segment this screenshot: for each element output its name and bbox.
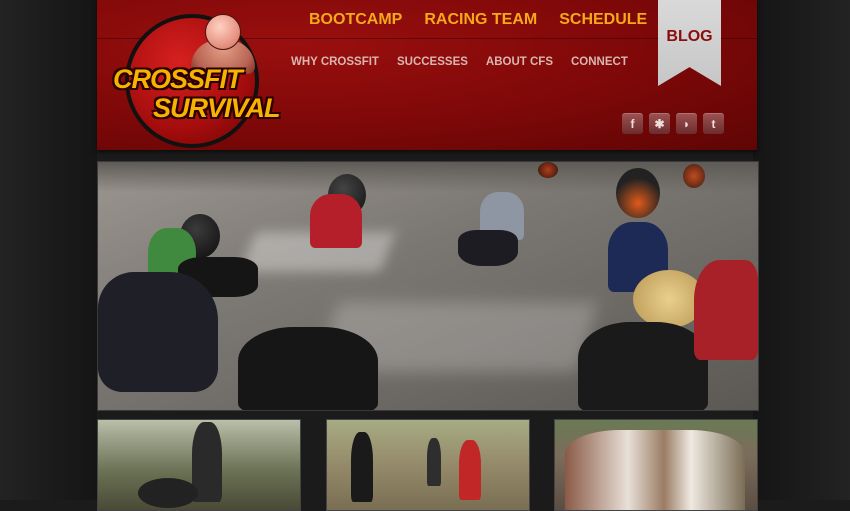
rss-icon[interactable]: ◗ <box>676 113 697 134</box>
nav-about-cfs[interactable]: ABOUT CFS <box>486 56 553 68</box>
nav-bootcamp[interactable]: BOOTCAMP <box>309 11 402 29</box>
twitter-icon[interactable]: t <box>703 113 724 134</box>
medicine-ball <box>683 164 705 188</box>
person-foreground-right <box>578 322 708 410</box>
nav-successes[interactable]: SUCCESSES <box>397 56 468 68</box>
nav-racing-team[interactable]: RACING TEAM <box>424 11 537 29</box>
nav-schedule[interactable]: SCHEDULE <box>559 11 647 29</box>
person-red-jacket <box>694 260 758 360</box>
thumbnail-photo-2[interactable] <box>326 419 530 511</box>
yelp-icon[interactable]: ✱ <box>649 113 670 134</box>
person-foreground-center <box>238 327 378 410</box>
thumbnail-photo-3[interactable] <box>554 419 758 511</box>
person-legs <box>458 230 518 266</box>
thumb-weights <box>138 478 198 508</box>
social-links: f ✱ ◗ t <box>622 113 724 134</box>
thumb-group <box>565 430 745 510</box>
thumbnail-photo-1[interactable] <box>97 419 301 511</box>
site-header: CROSSFIT SURVIVAL BOOTCAMP RACING TEAM S… <box>97 0 757 150</box>
blog-ribbon-button[interactable]: BLOG <box>658 0 721 86</box>
hero-photo <box>97 161 759 411</box>
thumb-runner <box>459 440 481 500</box>
blog-label: BLOG <box>666 28 713 45</box>
logo-text-crossfit: CROSSFIT <box>113 64 243 94</box>
facebook-icon[interactable]: f <box>622 113 643 134</box>
logo-mascot-head <box>205 14 241 50</box>
nav-connect[interactable]: CONNECT <box>571 56 628 68</box>
thumb-runner <box>351 432 373 502</box>
thumbnail-row <box>97 419 759 511</box>
background-right <box>753 0 850 500</box>
person-red-shirt <box>310 194 362 248</box>
medicine-ball <box>538 162 558 178</box>
thumb-runner <box>427 438 441 486</box>
logo-text-survival: SURVIVAL <box>153 93 281 123</box>
person-foreground-left <box>98 272 218 392</box>
secondary-nav: WHY CROSSFIT SUCCESSES ABOUT CFS CONNECT <box>291 56 646 68</box>
background-left <box>0 0 97 500</box>
nav-why-crossfit[interactable]: WHY CROSSFIT <box>291 56 379 68</box>
medicine-ball <box>616 168 660 218</box>
primary-nav: BOOTCAMP RACING TEAM SCHEDULE <box>309 11 669 29</box>
site-logo[interactable]: CROSSFIT SURVIVAL <box>111 14 281 148</box>
